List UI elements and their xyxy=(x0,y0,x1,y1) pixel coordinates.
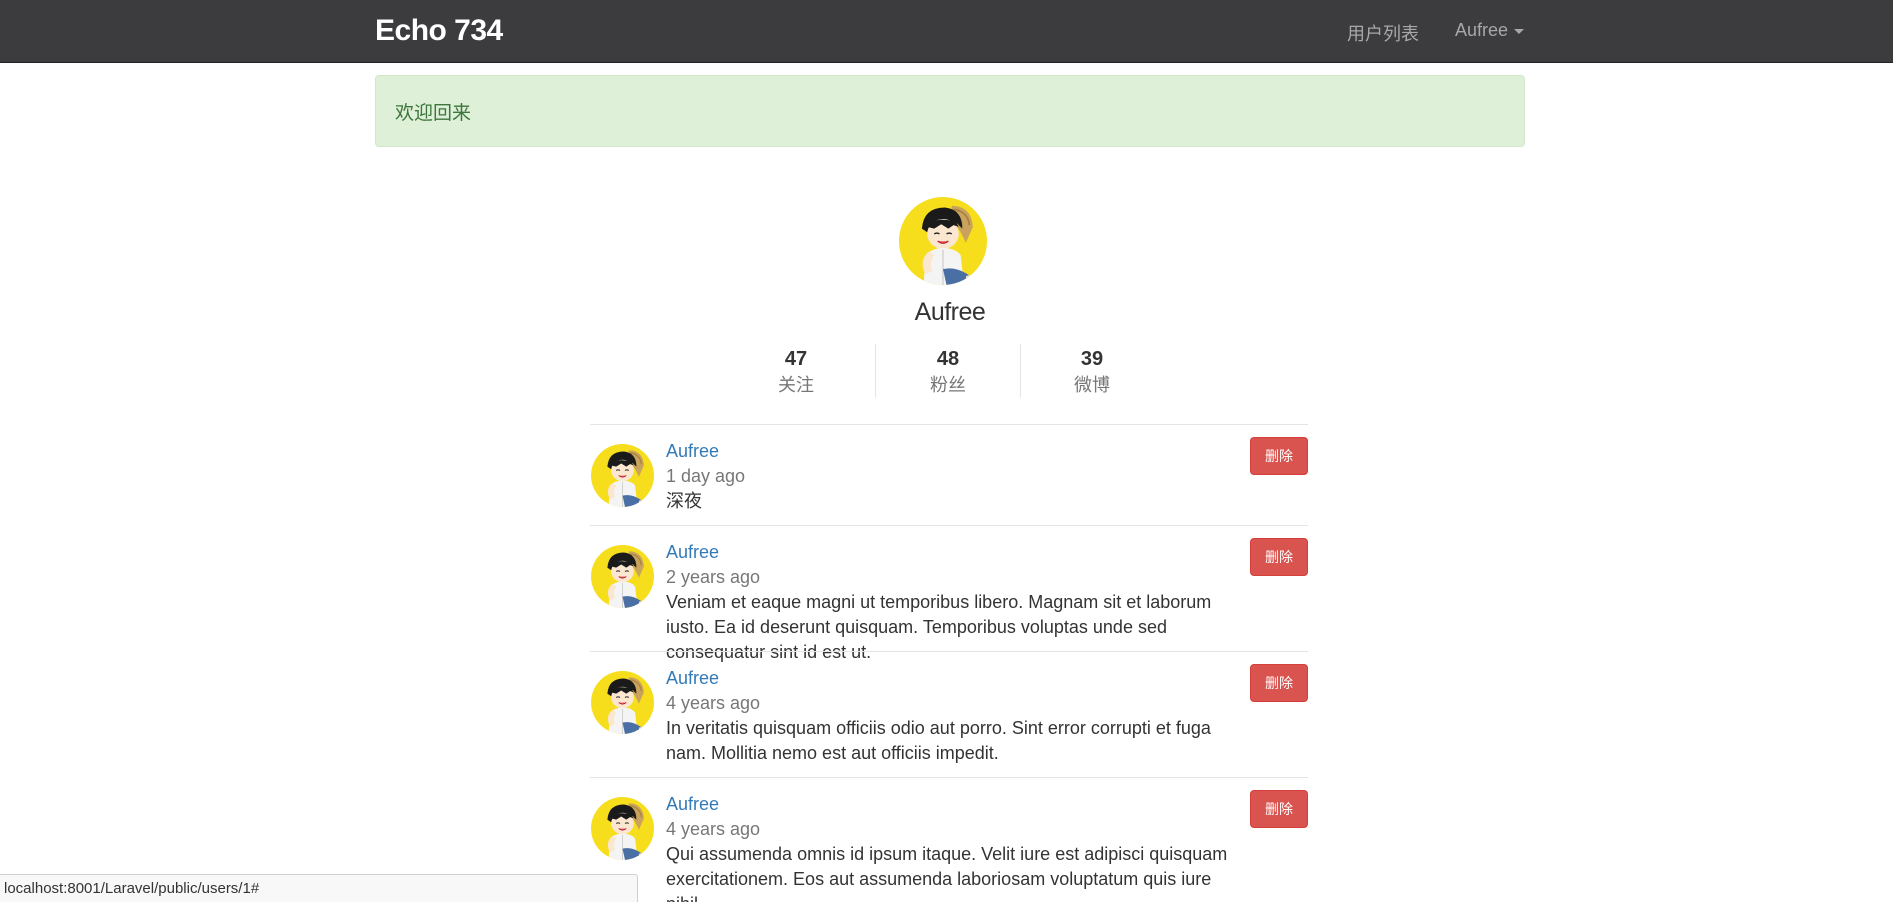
followers-label: 粉丝 xyxy=(930,375,966,395)
status-content: Qui assumenda omnis id ipsum itaque. Vel… xyxy=(666,844,1228,902)
top-navbar: Echo 734 用户列表 Aufree xyxy=(0,0,1893,63)
status-author-link[interactable]: Aufree xyxy=(666,666,1236,691)
followers-count: 48 xyxy=(936,348,960,370)
status-body: Aufree 4 years ago In veritatis quisquam… xyxy=(666,666,1236,766)
status-avatar[interactable] xyxy=(591,444,654,507)
feed-item: Aufree 2 years ago Veniam et eaque magni… xyxy=(590,525,1308,662)
feed-item: Aufree 4 years ago Qui assumenda omnis i… xyxy=(590,777,1308,902)
status-body: Aufree 1 day ago 深夜 xyxy=(666,439,1236,514)
following-count: 47 xyxy=(784,348,808,370)
caret-down-icon xyxy=(1514,28,1525,34)
avatar-image xyxy=(591,444,654,507)
user-menu-dropdown[interactable]: Aufree xyxy=(1455,20,1525,41)
status-author-link[interactable]: Aufree xyxy=(666,540,1236,565)
status-timestamp: 2 years ago xyxy=(666,567,761,587)
status-feed: Aufree 1 day ago 深夜 删除 Aufree 2 years ag… xyxy=(590,424,1308,902)
stat-divider xyxy=(1020,344,1021,398)
status-avatar[interactable] xyxy=(591,671,654,734)
stat-statuses[interactable]: 39 微博 xyxy=(1022,346,1162,397)
status-author-link[interactable]: Aufree xyxy=(666,792,1236,817)
delete-button[interactable]: 删除 xyxy=(1250,538,1308,576)
profile-name: Aufree xyxy=(914,298,986,326)
statuses-count: 39 xyxy=(1080,348,1104,370)
status-timestamp: 4 years ago xyxy=(666,693,761,713)
user-menu-label: Aufree xyxy=(1455,20,1509,40)
status-timestamp: 4 years ago xyxy=(666,819,761,839)
feed-item: Aufree 1 day ago 深夜 删除 xyxy=(590,424,1308,525)
feed-item: Aufree 4 years ago In veritatis quisquam… xyxy=(590,651,1308,777)
status-content: 深夜 xyxy=(666,491,702,511)
brand-logo[interactable]: Echo 734 xyxy=(375,14,503,48)
status-avatar[interactable] xyxy=(591,797,654,860)
users-list-link[interactable]: 用户列表 xyxy=(1347,20,1419,46)
success-alert: 欢迎回来 xyxy=(375,75,1525,147)
profile-avatar[interactable] xyxy=(899,197,987,285)
delete-button[interactable]: 删除 xyxy=(1250,437,1308,475)
delete-button[interactable]: 删除 xyxy=(1250,664,1308,702)
statuses-label: 微博 xyxy=(1074,375,1110,395)
status-content: In veritatis quisquam officiis odio aut … xyxy=(666,718,1211,763)
status-avatar[interactable] xyxy=(591,545,654,608)
stat-following[interactable]: 47 关注 xyxy=(726,346,866,397)
stat-divider xyxy=(875,344,876,398)
avatar-image xyxy=(591,671,654,734)
avatar-image xyxy=(591,797,654,860)
alert-message: 欢迎回来 xyxy=(395,103,472,124)
status-timestamp: 1 day ago xyxy=(666,466,746,486)
delete-button[interactable]: 删除 xyxy=(1250,790,1308,828)
hover-url: localhost:8001/Laravel/public/users/1# xyxy=(4,880,260,897)
stat-followers[interactable]: 48 粉丝 xyxy=(878,346,1018,397)
browser-status-bar: localhost:8001/Laravel/public/users/1# xyxy=(0,874,638,902)
avatar-image xyxy=(899,197,987,285)
status-body: Aufree 2 years ago Veniam et eaque magni… xyxy=(666,540,1236,665)
avatar-image xyxy=(591,545,654,608)
status-body: Aufree 4 years ago Qui assumenda omnis i… xyxy=(666,792,1236,902)
following-label: 关注 xyxy=(778,375,814,395)
status-author-link[interactable]: Aufree xyxy=(666,439,1236,464)
